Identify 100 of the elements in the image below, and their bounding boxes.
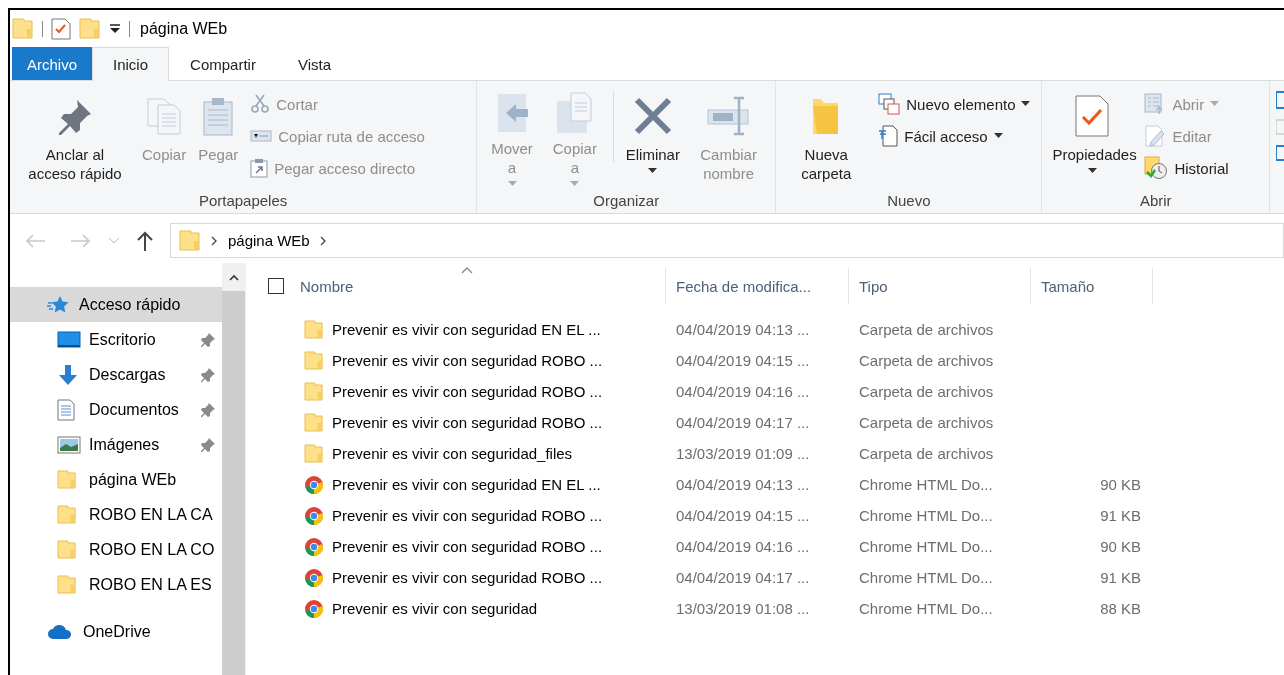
window-title: página WEb [140,19,228,38]
table-cell-text: Carpeta de archivos [858,383,995,400]
folder-icon [57,469,77,490]
nav-item[interactable]: ROBO EN LA ES [10,567,222,602]
file-name[interactable]: Prevenir es vivir con seguridad_files [332,445,573,462]
properties-icon [1074,94,1111,138]
table-cell-text: 91 KB [1099,507,1142,524]
file-name[interactable]: Prevenir es vivir con seguridad ROBO ... [332,569,603,586]
column-header[interactable]: Nombre [256,268,666,304]
file-name[interactable]: Prevenir es vivir con seguridad ROBO ... [332,414,603,431]
nav-item[interactable]: OneDrive [10,614,222,649]
document-icon [57,398,75,421]
folder-icon [304,381,324,402]
folder-icon [12,17,34,40]
table-cell-text: 04/04/2019 04:13 ... [675,321,811,338]
ribbon-button[interactable]: Propiedades [1048,87,1137,191]
table-cell-text: 04/04/2019 04:13 ... [675,476,811,493]
table-cell-text: Carpeta de archivos [858,414,995,431]
nav-item[interactable]: Imágenes [10,427,222,462]
table-cell-text: 13/03/2019 01:09 ... [675,445,811,462]
nav-item[interactable]: ROBO EN LA CA [10,497,222,532]
easy-access-icon [878,125,899,147]
chrome-icon [304,567,324,588]
edit-icon [1144,125,1167,147]
table-cell-text: Chrome HTML Do... [858,507,994,524]
ribbon-tab[interactable]: Archivo [12,47,93,80]
table-cell-text: 04/04/2019 04:17 ... [675,414,811,431]
table-cell-text: Carpeta de archivos [858,445,995,462]
nav-item[interactable]: Descargas [10,357,222,392]
ribbon-tab[interactable]: Inicio [92,47,170,81]
address-bar[interactable]: página WEb [170,223,1284,258]
shortcut-icon [250,158,269,178]
table-cell-text: 90 KB [1099,538,1142,555]
nav-item[interactable]: página WEb [10,462,222,497]
customize-icon[interactable] [109,22,121,35]
nav-item[interactable]: Acceso rápido [10,287,222,322]
properties-icon[interactable] [51,17,71,40]
ribbon-button[interactable]: Fácil acceso [874,121,1035,151]
file-name[interactable]: Prevenir es vivir con seguridad ROBO ... [332,383,603,400]
ribbon-button[interactable]: Anclar al acceso rápido [16,87,134,191]
column-header[interactable]: Fecha de modifica... [666,268,849,304]
chrome-icon [304,598,324,619]
folder-icon [304,319,324,340]
download-icon [57,363,79,386]
scroll-up-icon[interactable] [228,273,239,281]
chevron-icon[interactable] [319,235,327,246]
nav-item[interactable]: Escritorio [10,322,222,357]
table-cell-text: 88 KB [1099,600,1142,617]
chevron-icon [211,235,218,246]
folder-icon [304,412,324,433]
path-icon [250,129,273,143]
checkbox[interactable] [268,278,284,294]
folder-icon [57,574,77,595]
ribbon-button[interactable]: Eliminar [621,87,684,191]
file-name[interactable]: Prevenir es vivir con seguridad EN EL ... [332,476,601,493]
group-label: Nuevo [886,192,932,211]
breadcrumb[interactable]: página WEb [228,232,310,249]
group-label: Organizar [592,192,661,211]
nav-item[interactable]: ROBO EN LA CO [10,532,222,567]
history-icon [1144,156,1169,180]
table-cell-text: Chrome HTML Do... [858,600,994,617]
desktop-icon [57,330,81,349]
table-cell-text: 04/04/2019 04:16 ... [675,538,811,555]
new-item-icon [878,93,901,115]
cloud-icon [47,622,73,641]
table-cell-text: Chrome HTML Do... [858,476,994,493]
group-label: Portapapeles [197,192,289,211]
file-name[interactable]: Prevenir es vivir con seguridad EN EL ... [332,321,601,338]
folder-icon [57,539,77,560]
file-name[interactable]: Prevenir es vivir con seguridad ROBO ... [332,507,603,524]
file-name[interactable]: Prevenir es vivir con seguridad ROBO ... [332,538,603,555]
table-cell-text: 90 KB [1099,476,1142,493]
chrome-icon [304,474,324,495]
table-cell-text: 04/04/2019 04:17 ... [675,569,811,586]
folder-icon [304,350,324,371]
file-name[interactable]: Prevenir es vivir con seguridad [332,600,538,617]
star-icon [47,294,69,315]
ribbon-button[interactable]: Historial [1140,153,1233,183]
file-name[interactable]: Prevenir es vivir con seguridad ROBO ... [332,352,603,369]
column-header[interactable]: Tamaño [1031,268,1153,304]
table-cell-text: 04/04/2019 04:15 ... [675,352,811,369]
table-cell-text: 04/04/2019 04:16 ... [675,383,811,400]
up-icon[interactable] [136,230,154,251]
group-label: Abrir [1138,192,1173,211]
column-header[interactable]: Tipo [849,268,1031,304]
picture-icon [57,434,81,455]
folder-icon [179,229,201,252]
ribbon-button[interactable]: Nueva carpeta [782,87,871,191]
table-cell-text: Carpeta de archivos [858,321,995,338]
table-cell-text: Chrome HTML Do... [858,569,994,586]
folder-icon [304,443,324,464]
chrome-icon [304,505,324,526]
ribbon-button[interactable]: Nuevo elemento [874,89,1035,119]
nav-item[interactable]: Documentos [10,392,222,427]
sort-icon [461,267,473,274]
folder-icon [79,17,101,40]
table-cell-text: 04/04/2019 04:15 ... [675,507,811,524]
chrome-icon [304,536,324,557]
table-cell-text: Chrome HTML Do... [858,538,994,555]
table-cell-text: 13/03/2019 01:08 ... [675,600,811,617]
